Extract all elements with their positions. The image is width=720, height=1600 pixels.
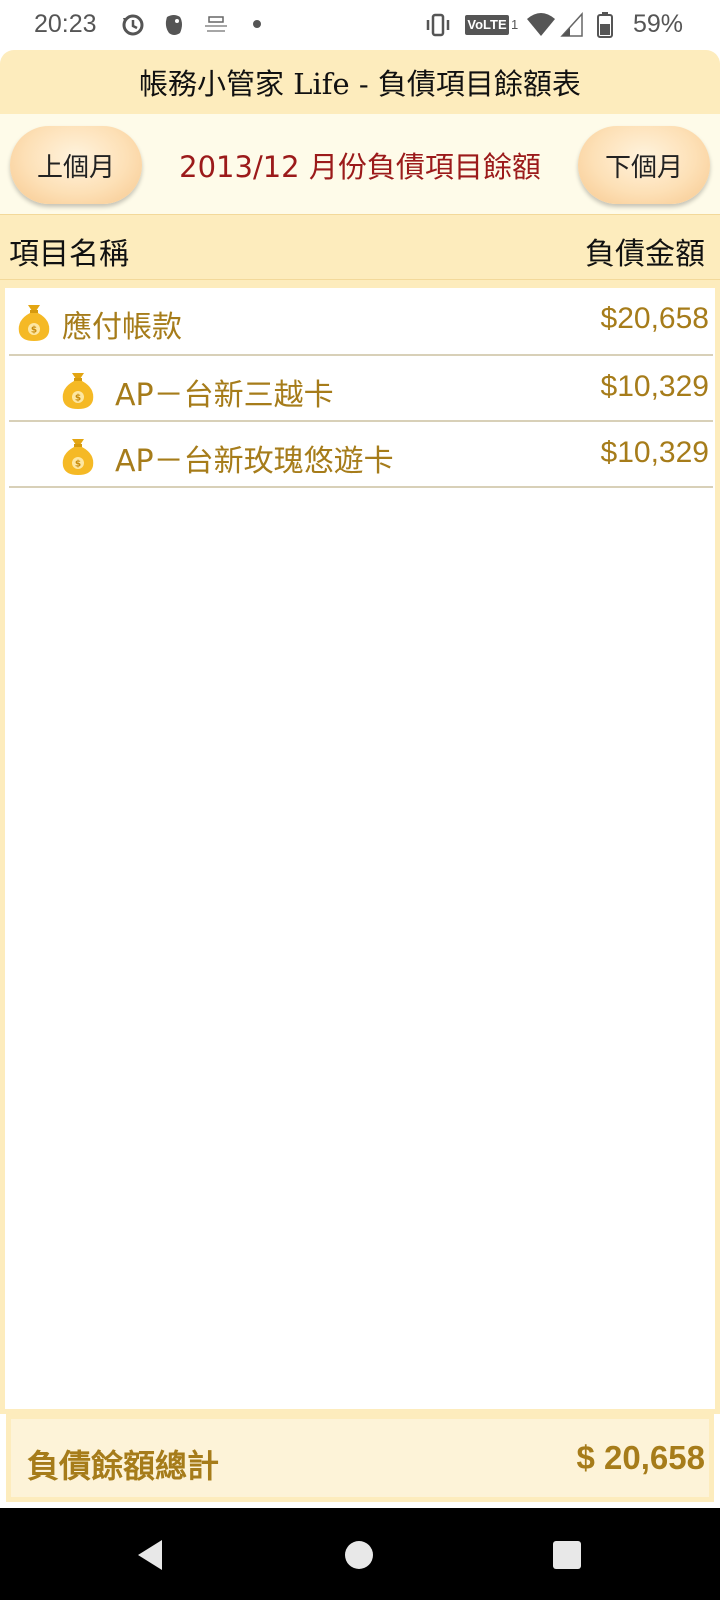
item-amount: $10,329 (600, 370, 709, 403)
current-month-label: 2013/12 月份負債項目餘額 (179, 150, 541, 184)
home-icon[interactable] (342, 1538, 376, 1572)
sync-icon (122, 14, 144, 36)
total-label: 負債餘額總計 (27, 1447, 220, 1485)
dot-icon (253, 20, 261, 28)
item-label: AP－台新三越卡 (115, 378, 334, 413)
amount-header: 負債金額 (585, 237, 705, 272)
month-navigation: 上個月 2013/12 月份負債項目餘額 下個月 (0, 114, 720, 214)
list-item[interactable]: $ 應付帳款 $20,658 (9, 288, 713, 356)
total-value: $ 20,658 (576, 1439, 705, 1476)
battery-icon (597, 12, 613, 38)
signal-icon (560, 12, 583, 37)
sim-slot-label: 1 (511, 17, 519, 32)
app-notification-icon (205, 16, 227, 32)
vibrate-icon (426, 13, 450, 37)
svg-text:$: $ (31, 326, 37, 336)
wifi-icon (527, 13, 555, 36)
item-name-header: 項目名稱 (9, 237, 129, 272)
money-bag-icon: $ (18, 305, 50, 341)
item-amount: $20,658 (600, 302, 709, 335)
title-bar: 帳務小管家 Life - 負債項目餘額表 (0, 50, 720, 114)
system-navigation-bar (0, 1508, 720, 1600)
money-bag-icon: $ (62, 439, 94, 475)
liability-list: $ 應付帳款 $20,658 $ AP－台新三越卡 $10,329 $ AP－台… (0, 280, 720, 1414)
svg-text:$: $ (75, 460, 81, 470)
item-label: AP－台新玫瑰悠遊卡 (115, 444, 394, 479)
page-title: 帳務小管家 Life - 負債項目餘額表 (139, 67, 581, 101)
next-month-button[interactable]: 下個月 (578, 126, 710, 204)
column-header: 項目名稱 負債金額 (0, 214, 720, 280)
evernote-icon (165, 15, 182, 35)
status-time: 20:23 (34, 10, 97, 38)
previous-month-button[interactable]: 上個月 (10, 126, 142, 204)
status-bar: 20:23 VoLTE 1 59% (0, 0, 720, 50)
back-icon[interactable] (134, 1538, 168, 1572)
volte-icon: VoLTE (465, 15, 509, 35)
svg-text:$: $ (75, 394, 81, 404)
total-footer: 負債餘額總計 $ 20,658 (6, 1414, 714, 1502)
list-item[interactable]: $ AP－台新玫瑰悠遊卡 $10,329 (9, 422, 713, 488)
item-label: 應付帳款 (62, 310, 182, 345)
money-bag-icon: $ (62, 373, 94, 409)
recents-icon[interactable] (550, 1538, 584, 1572)
item-amount: $10,329 (600, 436, 709, 469)
battery-percent: 59% (633, 10, 684, 38)
list-item[interactable]: $ AP－台新三越卡 $10,329 (9, 356, 713, 422)
